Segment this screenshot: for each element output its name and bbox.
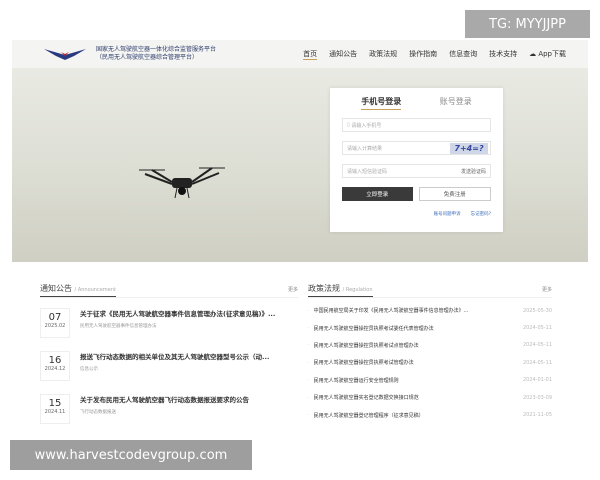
phone-icon: ▯ [347, 122, 350, 128]
phone-placeholder: 请输入手机号 [351, 122, 382, 129]
regulation-item[interactable]: · 民用无人驾驶航空器登记管理程序（征求意见稿） 2021-11-05 [308, 406, 552, 423]
register-button[interactable]: 免费注册 [418, 187, 491, 201]
nav-guide[interactable]: 操作指南 [409, 49, 437, 60]
announcement-item[interactable]: 16 2024.12 报送飞行动态数据的相关单位及其无人驾驶航空器型号公示（动...… [40, 351, 298, 384]
nav-app-download[interactable]: ☁ App下载 [529, 49, 566, 60]
regulation-title: 政策法规 / Regulation [308, 283, 373, 297]
watermark-tg: TG: MYYJJPP [465, 10, 590, 38]
regulation-item[interactable]: · 民用无人驾驶航空器操控员执照考试管理办法 2024-05-11 [308, 354, 552, 371]
sms-placeholder: 请输入短信验证码 [347, 168, 388, 175]
regulation-date: 2023-03-09 [522, 394, 552, 401]
calc-placeholder: 请输入计算结果 [347, 145, 383, 152]
bullet-icon: · [308, 377, 310, 384]
announcement-section: 通知公告 / Announcement 更多 07 2025.02 关于征求《民用无人… [40, 278, 298, 427]
brand[interactable]: 国家无人驾驶航空器一体化综合监管服务平台 （民用无人驾驶航空器综合管理平台） [96, 46, 216, 62]
bullet-icon: · [308, 359, 310, 366]
announcement-item[interactable]: 15 2024.11 关于发布民用无人驾驶航空器飞行动态数据报送要求的公告飞行动态数… [40, 394, 298, 427]
page: 国家无人驾驶航空器一体化综合监管服务平台 （民用无人驾驶航空器综合管理平台） 首… [12, 40, 588, 432]
regulation-date: 2024-05-11 [522, 325, 552, 332]
send-code-button[interactable]: 发送验证码 [461, 168, 486, 175]
tab-account-login[interactable]: 账号登录 [440, 96, 472, 110]
regulation-item[interactable]: · 民用无人驾驶航空器运行安全管理规则 2024-01-01 [308, 372, 552, 389]
regulation-item[interactable]: · 中国民用航空局关于印发《民用无人驾驶航空器事件信息管理办法》... 2025-0… [308, 302, 552, 319]
nav-query[interactable]: 信息查询 [449, 49, 477, 60]
regulation-date: 2024-05-11 [522, 342, 552, 349]
announcement-tag: 民用无人驾驶航空器事件信息管理办法 [80, 324, 157, 329]
drone-image [139, 167, 225, 199]
announcement-date: 15 2024.11 [40, 394, 70, 424]
regulation-link[interactable]: 民用无人驾驶航空器操控员执照考试管理办法 [314, 359, 414, 366]
announcement-tag: 信息公示 [80, 367, 98, 372]
regulation-item[interactable]: · 民用无人驾驶航空器操控员执照考试点管理办法 2024-05-11 [308, 337, 552, 354]
regulation-link[interactable]: 民用无人驾驶航空器实名登记数据交换接口规范 [314, 394, 419, 401]
nav-home[interactable]: 首页 [303, 49, 318, 60]
announcement-date: 07 2025.02 [40, 308, 70, 338]
announcement-link[interactable]: 报送飞行动态数据的相关单位及其无人驾驶航空器型号公示（动... [80, 351, 269, 361]
cloud-download-icon: ☁ [529, 49, 537, 58]
regulation-date: 2024-01-01 [522, 377, 552, 384]
brand-subtitle: （民用无人驾驶航空器综合管理平台） [96, 54, 199, 61]
regulation-item[interactable]: · 民用无人驾驶航空器操控员执照考试委任代表管理办法 2024-05-11 [308, 319, 552, 336]
login-card: 手机号登录 账号登录 ▯ 请输入手机号 请输入计算结果 7+4=? 请输入短信验证… [330, 88, 503, 232]
calc-input[interactable]: 请输入计算结果 7+4=? [342, 141, 491, 155]
regulation-link[interactable]: 民用无人驾驶航空器操控员执照考试委任代表管理办法 [314, 325, 434, 332]
announcement-more-link[interactable]: 更多 [288, 286, 298, 293]
bullet-icon: · [308, 394, 310, 401]
watermark-url: www.harvestcodevgroup.com [10, 440, 252, 470]
regulation-date: 2021-11-05 [522, 412, 552, 419]
regulation-link[interactable]: 民用无人驾驶航空器运行安全管理规则 [314, 377, 399, 384]
regulation-item[interactable]: · 民用无人驾驶航空器实名登记数据交换接口规范 2023-03-09 [308, 389, 552, 406]
brand-title: 国家无人驾驶航空器一体化综合监管服务平台 [96, 46, 217, 53]
regulation-link[interactable]: 中国民用航空局关于印发《民用无人驾驶航空器事件信息管理办法》... [314, 307, 469, 314]
header: 国家无人驾驶航空器一体化综合监管服务平台 （民用无人驾驶航空器综合管理平台） 首… [12, 40, 588, 68]
bullet-icon: · [308, 342, 310, 349]
announcement-link[interactable]: 关于征求《民用无人驾驶航空器事件信息管理办法(征求意见稿)》... [80, 308, 275, 318]
announcement-date: 16 2024.12 [40, 351, 70, 381]
hero-banner: 手机号登录 账号登录 ▯ 请输入手机号 请输入计算结果 7+4=? 请输入短信验证… [12, 68, 588, 262]
nav-announcement[interactable]: 通知公告 [329, 49, 357, 60]
announcement-link[interactable]: 关于发布民用无人驾驶航空器飞行动态数据报送要求的公告 [80, 394, 249, 404]
login-button[interactable]: 立即登录 [342, 187, 413, 201]
announcement-item[interactable]: 07 2025.02 关于征求《民用无人驾驶航空器事件信息管理办法(征求意见稿)》.… [40, 308, 298, 341]
announcement-title: 通知公告 / Announcement [40, 283, 116, 297]
main-nav: 首页 通知公告 政策法规 操作指南 信息查询 技术支持 ☁ App下载 [303, 49, 588, 60]
logo-icon [44, 49, 86, 60]
regulation-section: 政策法规 / Regulation 更多 · 中国民用航空局关于印发《民用无人驾驶航… [308, 278, 552, 424]
announcement-tag: 飞行动态数据报送 [80, 410, 116, 415]
phone-input[interactable]: ▯ 请输入手机号 [342, 118, 491, 132]
regulation-date: 2024-05-11 [522, 359, 552, 366]
regulation-more-link[interactable]: 更多 [542, 286, 552, 293]
nav-regulation[interactable]: 政策法规 [369, 49, 397, 60]
app-download-label: App下载 [538, 49, 566, 58]
captcha-image[interactable]: 7+4=? [450, 143, 488, 154]
regulation-link[interactable]: 民用无人驾驶航空器登记管理程序（征求意见稿） [314, 412, 424, 419]
bullet-icon: · [308, 325, 310, 332]
tab-phone-login[interactable]: 手机号登录 [361, 96, 402, 110]
regulation-date: 2025-05-30 [522, 307, 552, 314]
regulation-link[interactable]: 民用无人驾驶航空器操控员执照考试点管理办法 [314, 342, 419, 349]
appeal-link[interactable]: 账号问题申诉 [434, 211, 461, 217]
bullet-icon: · [308, 307, 310, 314]
nav-support[interactable]: 技术支持 [489, 49, 517, 60]
sms-input[interactable]: 请输入短信验证码 发送验证码 [342, 164, 491, 178]
bullet-icon: · [308, 412, 310, 419]
forgot-password-link[interactable]: 忘记密码? [471, 211, 491, 217]
